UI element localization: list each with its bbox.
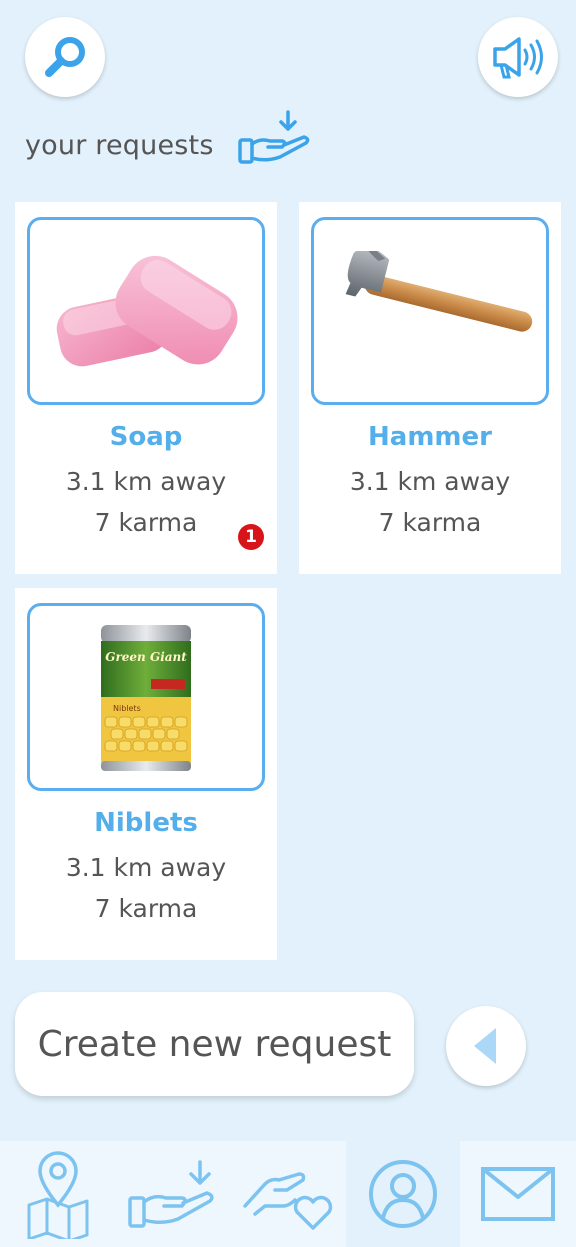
receive-hand-icon xyxy=(128,1160,214,1228)
messages-tab[interactable] xyxy=(460,1141,576,1247)
profile-tab[interactable] xyxy=(346,1141,460,1247)
create-request-button[interactable]: Create new request xyxy=(15,992,414,1096)
give-heart-icon xyxy=(243,1172,333,1230)
notification-badge: 1 xyxy=(238,524,264,550)
speaker-icon xyxy=(493,37,543,79)
hammer-image xyxy=(311,217,549,405)
request-name: Soap xyxy=(109,422,183,452)
search-button[interactable] xyxy=(25,17,105,97)
triangle-left-icon xyxy=(474,1028,496,1064)
request-card-niblets[interactable]: Green Giant Niblets Niblets 3.1 km away … xyxy=(15,588,277,960)
request-distance: 3.1 km away xyxy=(65,467,227,496)
request-distance: 3.1 km away xyxy=(65,853,227,882)
user-profile-icon xyxy=(369,1160,437,1228)
speaker-button[interactable] xyxy=(478,17,558,97)
can-brand-text: Green Giant xyxy=(105,650,187,664)
bottom-tab-bar xyxy=(0,1141,576,1247)
request-karma: 7 karma xyxy=(378,508,482,537)
request-card-soap[interactable]: Soap 3.1 km away 7 karma 1 xyxy=(15,202,277,574)
request-distance: 3.1 km away xyxy=(349,467,511,496)
receive-hand-icon xyxy=(238,110,310,164)
search-icon xyxy=(45,37,85,77)
request-name: Hammer xyxy=(368,422,492,452)
back-button[interactable] xyxy=(446,1006,526,1086)
request-name: Niblets xyxy=(94,808,198,838)
offers-tab[interactable] xyxy=(232,1141,346,1247)
envelope-icon xyxy=(481,1167,555,1221)
request-card-hammer[interactable]: Hammer 3.1 km away 7 karma xyxy=(299,202,561,574)
map-pin-icon xyxy=(27,1151,89,1239)
request-karma: 7 karma xyxy=(94,894,198,923)
map-tab[interactable] xyxy=(0,1141,116,1247)
can-product-text: Niblets xyxy=(113,704,141,713)
requests-tab[interactable] xyxy=(116,1141,232,1247)
section-title: your requests xyxy=(25,130,214,161)
soap-image xyxy=(27,217,265,405)
corn-can-image: Green Giant Niblets xyxy=(27,603,265,791)
